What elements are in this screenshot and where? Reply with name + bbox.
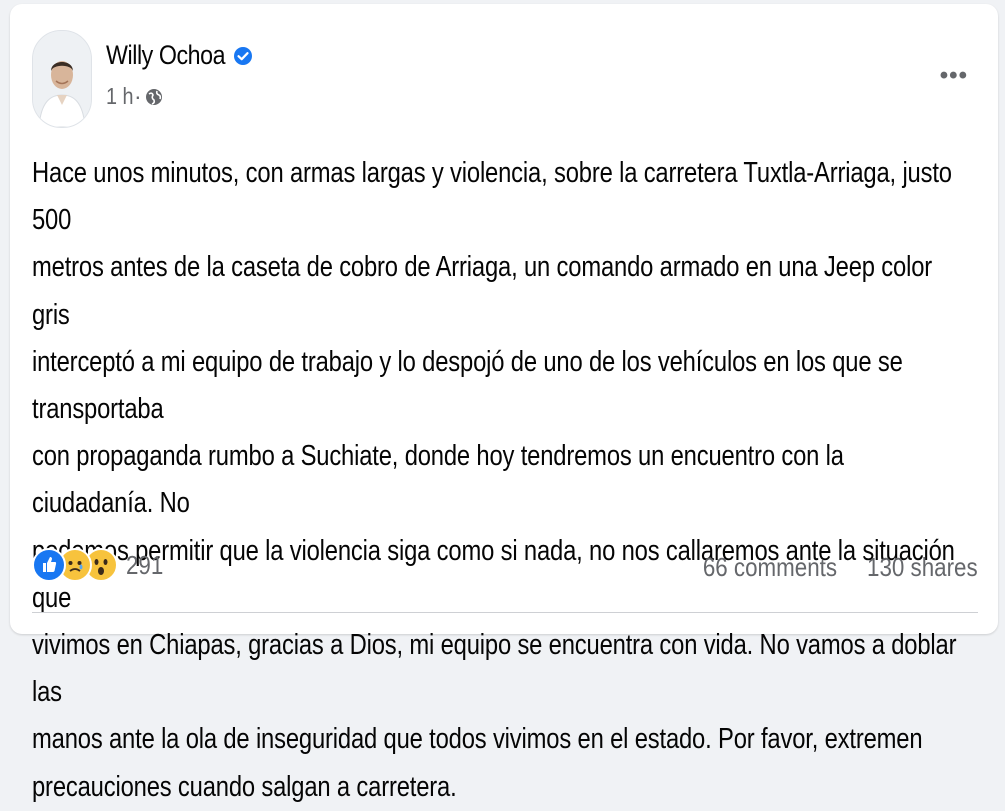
post-text-line: interceptó a mi equipo de trabajo y lo d… (32, 345, 903, 426)
post-header: Willy Ochoa 1 h · (32, 30, 253, 128)
avatar[interactable] (32, 30, 92, 128)
post-text: Hace unos minutos, con armas largas y vi… (32, 150, 959, 811)
verified-badge-icon (233, 46, 252, 65)
shares-count-link[interactable]: 130 shares (867, 552, 978, 583)
post-text-line: manos ante la ola de inseguridad que tod… (32, 723, 923, 756)
avatar-image (33, 31, 91, 127)
post-text-line: precauciones cuando salgan a carretera. (32, 770, 457, 803)
footer-divider (32, 612, 978, 613)
more-options-button[interactable]: ••• (940, 62, 968, 90)
post-time[interactable]: 1 h (106, 83, 134, 110)
post-card: Willy Ochoa 1 h · ••• Hace unos minutos,… (10, 4, 998, 803)
comments-count-link[interactable]: 66 comments (703, 552, 837, 583)
post-text-line: vivimos en Chiapas, gracias a Dios, mi e… (32, 629, 957, 709)
post-meta: Willy Ochoa 1 h · (106, 40, 253, 110)
globe-icon[interactable] (145, 88, 163, 106)
post-text-line: metros antes de la caseta de cobro de Ar… (32, 251, 933, 331)
post-footer: 291 66 comments 130 shares (32, 548, 978, 592)
reactions-summary[interactable]: 291 (32, 548, 169, 582)
meta-separator: · (133, 83, 142, 109)
post-text-line: con propaganda rumbo a Suchiate, donde h… (32, 440, 844, 520)
like-icon (32, 548, 66, 582)
reaction-count: 291 (126, 549, 164, 580)
author-name[interactable]: Willy Ochoa (106, 40, 226, 71)
post-stats: 66 comments 130 shares (681, 552, 978, 583)
post-text-line: Hace unos minutos, con armas largas y vi… (32, 157, 952, 237)
